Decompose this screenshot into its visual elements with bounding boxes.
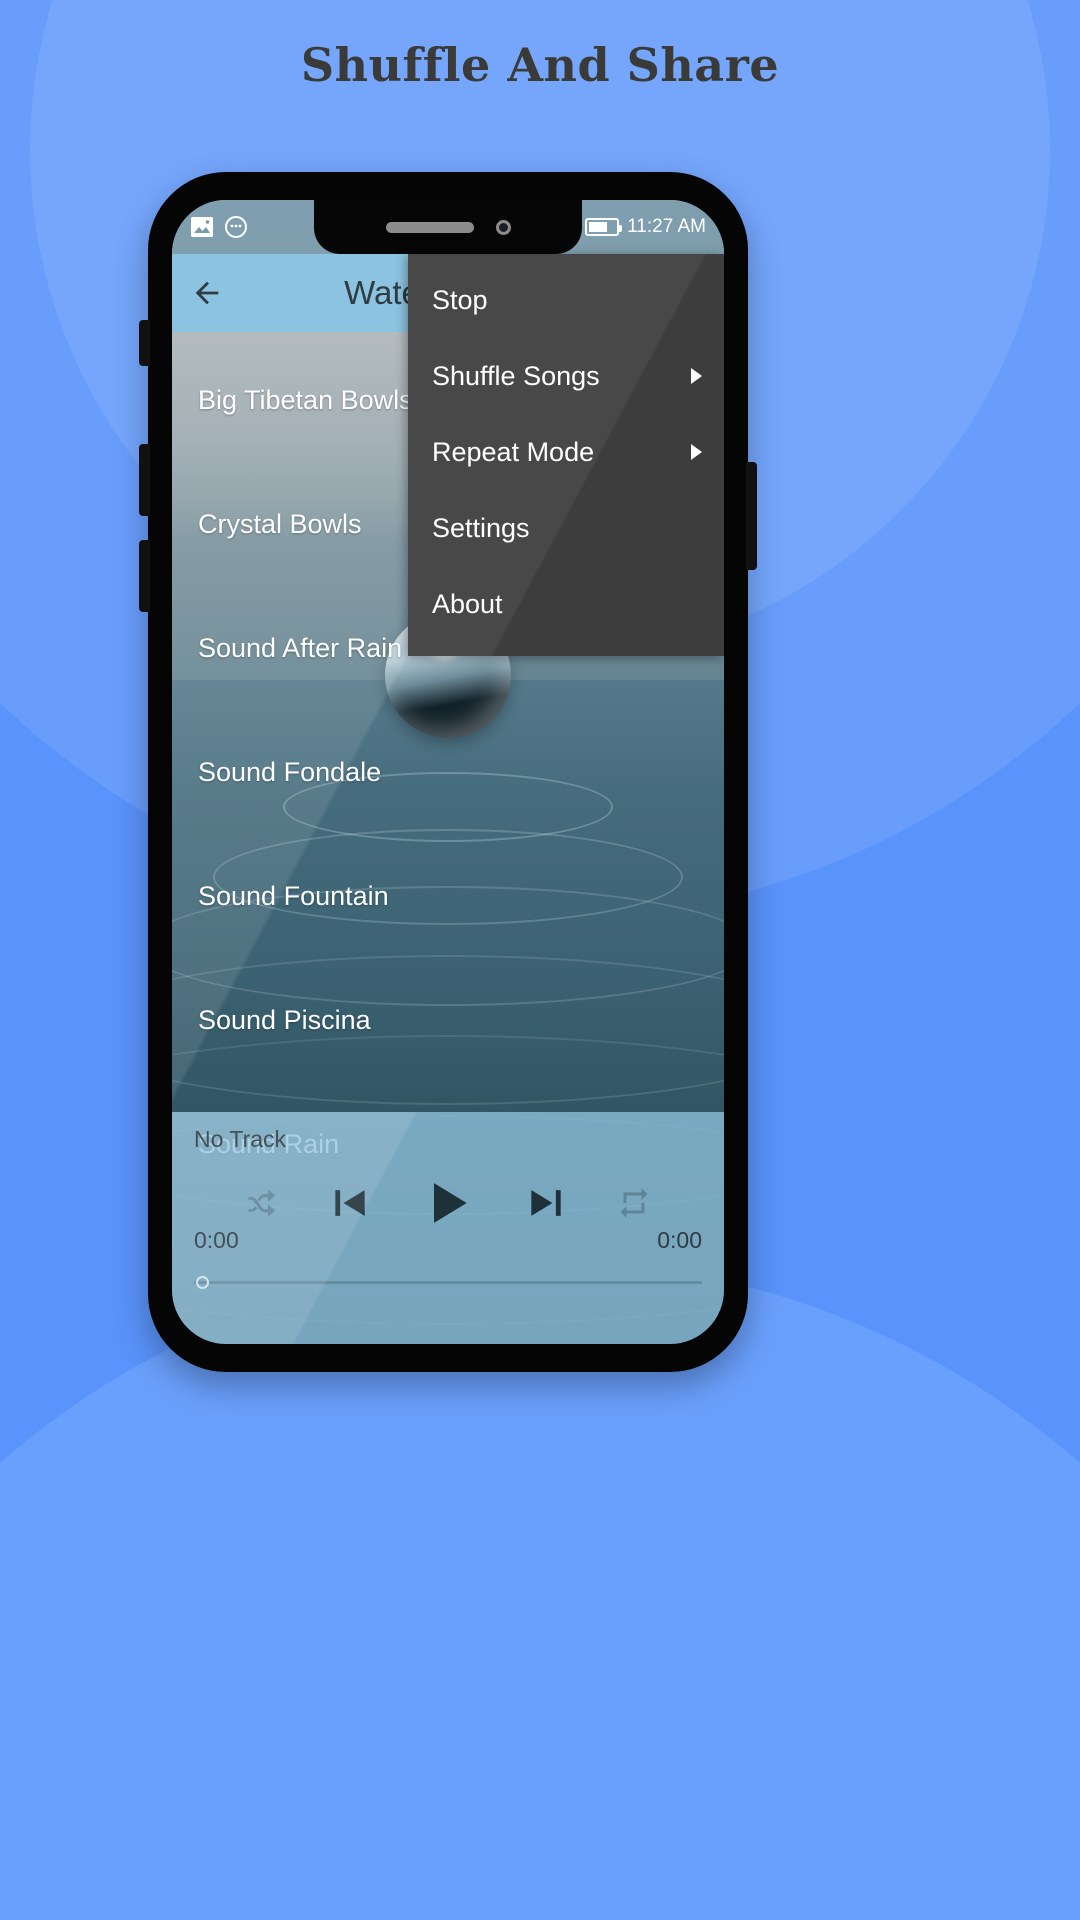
song-title: Sound After Rain [198,632,403,663]
song-title: Big Tibetan Bowls [198,384,413,415]
menu-item-label: Repeat Mode [432,436,595,467]
current-track-label: No Track [194,1126,287,1152]
clock-label: 11:27 AM [627,216,706,237]
play-icon[interactable] [420,1175,476,1231]
menu-item-repeat-mode[interactable]: Repeat Mode [408,414,724,490]
phone-side-button-volume-down [139,540,150,612]
player-bar: No Track 0:00 0:00 [172,1112,724,1344]
list-item[interactable]: Sound Fountain [172,834,724,958]
back-arrow-icon[interactable] [190,276,224,310]
earpiece-speaker [385,221,474,233]
song-title: Sound Piscina [198,1004,371,1035]
status-bar-notification-icons [190,215,248,239]
menu-item-label: Stop [432,284,488,315]
app-viewport: Big Tibetan Bowls Crystal Bowls Sound Af… [172,200,724,1344]
phone-screen: Big Tibetan Bowls Crystal Bowls Sound Af… [172,200,724,1344]
phone-side-button-mute [139,320,150,366]
previous-icon[interactable] [328,1181,372,1225]
shuffle-icon[interactable] [244,1185,280,1221]
menu-item-settings[interactable]: Settings [408,490,724,566]
menu-item-about[interactable]: About [408,566,724,642]
song-title: Sound Fountain [198,880,389,911]
phone-notch [314,200,582,254]
emoji-icon [225,216,247,238]
player-controls [194,1175,702,1231]
menu-item-label: Settings [432,512,530,543]
phone-mockup: Big Tibetan Bowls Crystal Bowls Sound Af… [139,172,757,1372]
front-camera [495,219,511,235]
page-title: Shuffle And Share [300,38,780,92]
player-time-row: 0:00 0:00 [194,1227,702,1254]
phone-side-button-power [746,462,757,570]
song-title: Sound Fondale [198,756,382,787]
elapsed-time-label: 0:00 [194,1227,239,1253]
menu-item-label: Shuffle Songs [432,360,600,391]
overflow-menu[interactable]: Stop Shuffle Songs Repeat Mode Settings … [408,254,724,656]
seek-thumb[interactable] [196,1276,209,1289]
menu-item-stop[interactable]: Stop [408,262,724,338]
status-bar-system-icons: % 11:27 AM [561,216,706,238]
list-item[interactable]: Sound Piscina [172,958,724,1082]
phone-side-button-volume-up [139,444,150,516]
repeat-icon[interactable] [616,1185,652,1221]
seek-bar[interactable] [194,1274,702,1292]
menu-item-shuffle-songs[interactable]: Shuffle Songs [408,338,724,414]
chevron-right-icon [691,444,702,460]
seek-track [194,1281,702,1284]
list-item[interactable]: Sound Fondale [172,710,724,834]
next-icon[interactable] [524,1181,568,1225]
song-title: Crystal Bowls [198,508,362,539]
photo-icon [191,217,213,237]
chevron-right-icon [691,368,702,384]
menu-item-label: About [432,588,503,619]
duration-label: 0:00 [657,1227,702,1253]
battery-icon [585,218,623,236]
